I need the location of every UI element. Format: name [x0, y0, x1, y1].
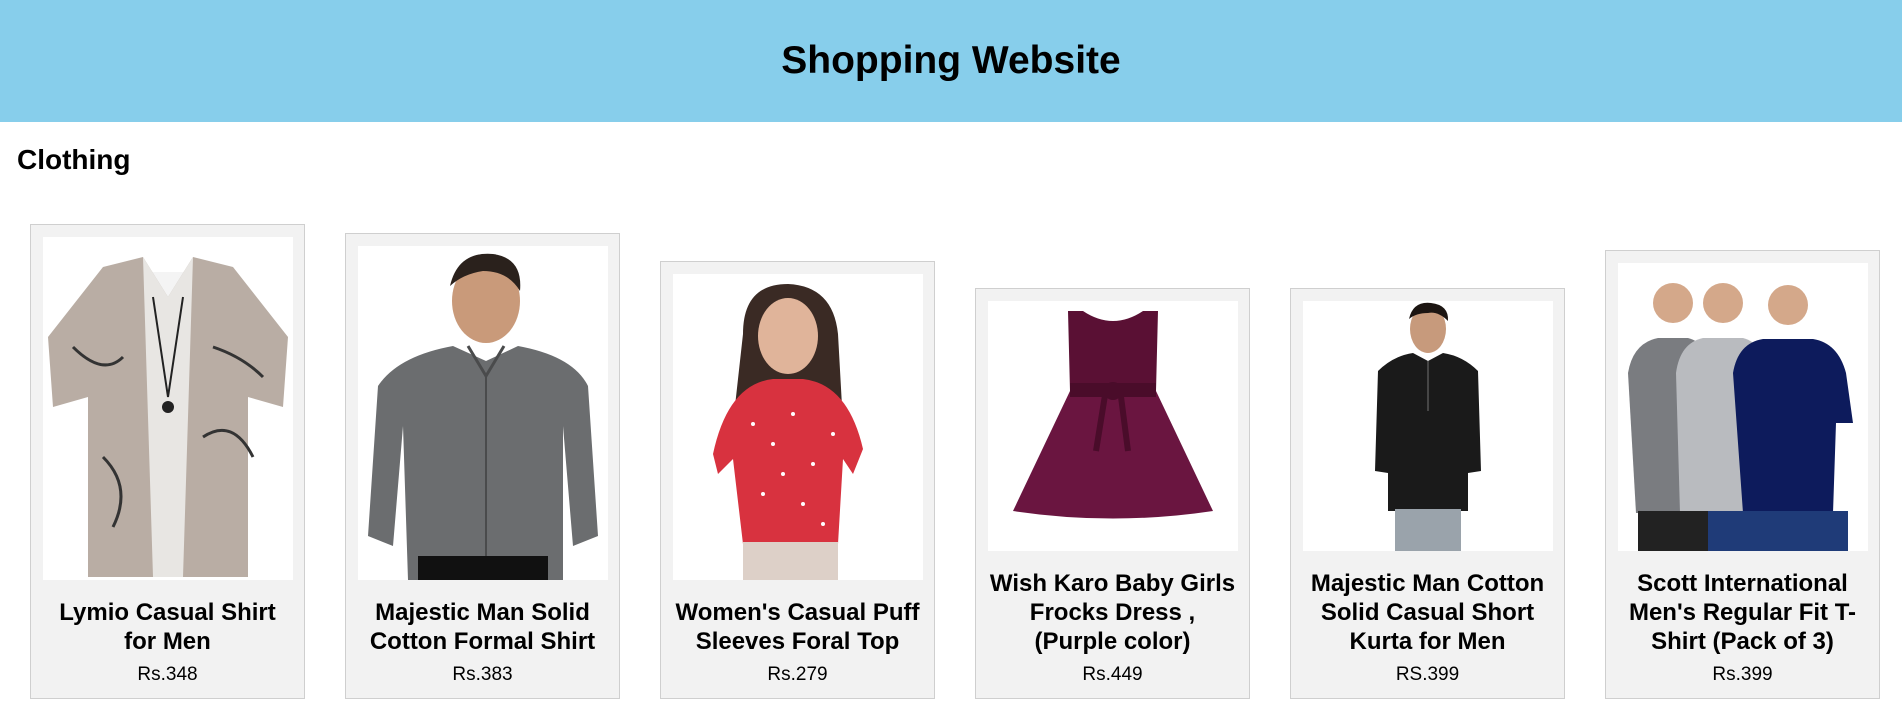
product-price: Rs.449	[1082, 664, 1143, 685]
product-price: Rs.279	[767, 664, 828, 685]
site-title: Shopping Website	[781, 39, 1121, 82]
product-price: RS.399	[1395, 664, 1460, 685]
product-name[interactable]: Lymio Casual Shirt for Men	[43, 598, 293, 656]
shirt-photo-icon	[42, 237, 293, 580]
product-card[interactable]: Scott International Men's Regular Fit T-…	[1605, 250, 1880, 699]
product-image[interactable]	[357, 246, 608, 580]
formal-shirt-photo-icon	[357, 246, 608, 580]
product-price: Rs.348	[137, 664, 198, 685]
product-price: Rs.383	[452, 664, 513, 685]
product-image[interactable]	[1617, 263, 1868, 551]
product-card[interactable]: Women's Casual Puff Sleeves Foral Top Rs…	[660, 261, 935, 699]
product-name[interactable]: Women's Casual Puff Sleeves Foral Top	[673, 598, 923, 656]
product-name[interactable]: Wish Karo Baby Girls Frocks Dress , (Pur…	[988, 569, 1238, 656]
frock-dress-photo-icon	[987, 301, 1238, 551]
product-list: Lymio Casual Shirt for Men Rs.348 Majest…	[30, 207, 1880, 699]
tshirt-pack-photo-icon	[1617, 263, 1868, 551]
women-top-photo-icon	[672, 274, 923, 580]
product-image[interactable]	[987, 301, 1238, 551]
product-name[interactable]: Scott International Men's Regular Fit T-…	[1618, 569, 1868, 656]
product-card[interactable]: Lymio Casual Shirt for Men Rs.348	[30, 224, 305, 699]
product-card[interactable]: Wish Karo Baby Girls Frocks Dress , (Pur…	[975, 288, 1250, 699]
kurta-photo-icon	[1302, 301, 1553, 551]
product-price: Rs.399	[1712, 664, 1773, 685]
product-image[interactable]	[1302, 301, 1553, 551]
product-name[interactable]: Majestic Man Cotton Solid Casual Short K…	[1303, 569, 1553, 656]
product-image[interactable]	[672, 274, 923, 580]
product-image[interactable]	[42, 237, 293, 580]
product-card[interactable]: Majestic Man Solid Cotton Formal Shirt R…	[345, 233, 620, 699]
site-header: Shopping Website	[0, 0, 1902, 122]
product-card[interactable]: Majestic Man Cotton Solid Casual Short K…	[1290, 288, 1565, 699]
product-name[interactable]: Majestic Man Solid Cotton Formal Shirt	[358, 598, 608, 656]
section-title: Clothing	[17, 144, 131, 175]
